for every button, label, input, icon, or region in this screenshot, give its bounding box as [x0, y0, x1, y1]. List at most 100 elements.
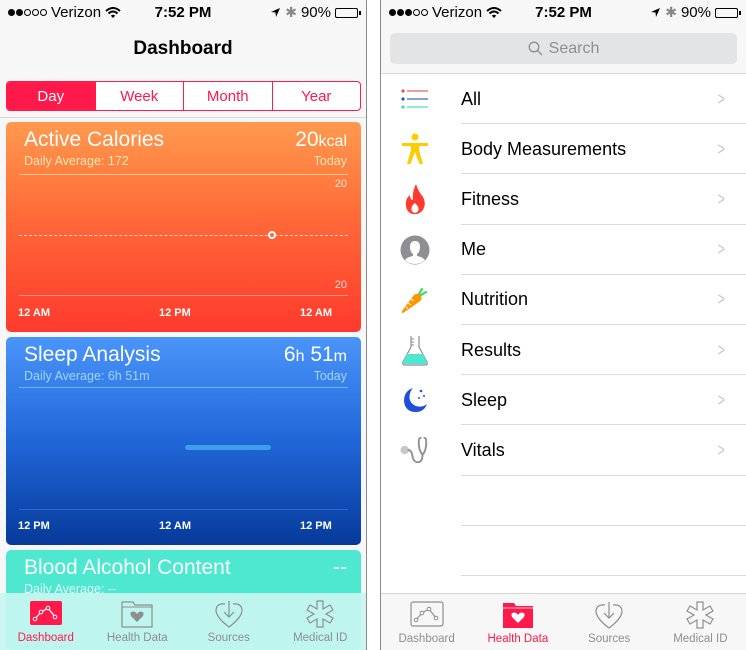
- segment-month[interactable]: Month: [183, 82, 272, 110]
- chart-baseline: [19, 509, 348, 510]
- tab-label: Sources: [588, 633, 631, 645]
- sleep-analysis-card[interactable]: Sleep Analysis Daily Average: 6h 51m 6h …: [6, 337, 361, 545]
- y-axis-min-label: 20: [334, 279, 347, 291]
- health-data-screen: Verizon 7:52 PM ✱ 90% Search All > Body …: [380, 0, 746, 650]
- chart-top-rule: [19, 387, 348, 388]
- unit-hours: h: [295, 348, 305, 365]
- list-item-vitals[interactable]: Vitals >: [381, 425, 746, 476]
- list-icon: [400, 84, 430, 114]
- search-icon: [528, 41, 543, 56]
- card-period: Today: [313, 154, 347, 168]
- list-item-fitness[interactable]: Fitness >: [381, 174, 746, 225]
- sources-icon: [595, 602, 623, 629]
- health-data-icon: [502, 603, 533, 628]
- value-number: 20: [295, 128, 319, 151]
- tab-label: Dashboard: [398, 633, 455, 645]
- tab-label: Medical ID: [293, 632, 348, 644]
- dashboard-icon: [29, 601, 62, 625]
- chevron-right-icon: >: [718, 439, 726, 460]
- tab-label: Sources: [207, 632, 250, 644]
- list-item-results[interactable]: Results >: [381, 325, 746, 376]
- chart-baseline: [19, 295, 348, 296]
- dashboard-screen: Verizon 7:52 PM ✱ 90% Dashboard Day Week…: [0, 0, 367, 650]
- tab-dashboard[interactable]: Dashboard: [381, 594, 472, 650]
- chevron-right-icon: >: [718, 239, 726, 260]
- location-arrow-icon: [271, 8, 281, 17]
- status-bar: Verizon 7:52 PM ✱ 90%: [0, 0, 366, 24]
- x-axis-label: 12 AM: [18, 307, 50, 319]
- card-value: --: [333, 556, 347, 579]
- tab-label: Dashboard: [17, 632, 74, 644]
- search-input[interactable]: Search: [390, 33, 737, 64]
- tab-medical-id[interactable]: Medical ID: [655, 594, 746, 650]
- card-title: Active Calories: [24, 128, 165, 151]
- row-label: Vitals: [461, 439, 505, 460]
- chevron-right-icon: >: [718, 188, 726, 209]
- card-period: Today: [313, 369, 347, 383]
- row-label: Body Measurements: [461, 138, 627, 159]
- unit-minutes: m: [333, 348, 347, 365]
- tab-health-data[interactable]: Health Data: [472, 594, 563, 650]
- segment-year[interactable]: Year: [271, 82, 361, 110]
- tab-label: Health Data: [106, 632, 168, 644]
- row-label: Nutrition: [461, 289, 529, 310]
- card-value: 6h 51m: [284, 343, 347, 367]
- bluetooth-icon: ✱: [285, 4, 297, 20]
- x-axis-label: 12 AM: [159, 520, 191, 532]
- list-item-sleep[interactable]: Sleep >: [381, 375, 746, 426]
- value-unit: kcal: [318, 133, 347, 150]
- sleep-bar[interactable]: [185, 445, 271, 450]
- moon-icon: [400, 385, 430, 415]
- carrot-icon: [400, 285, 430, 315]
- active-calories-card[interactable]: Active Calories Daily Average: 172 20kca…: [6, 122, 361, 332]
- tab-dashboard[interactable]: Dashboard: [0, 593, 92, 650]
- list-item-body-measurements[interactable]: Body Measurements >: [381, 124, 746, 175]
- tab-sources[interactable]: Sources: [564, 594, 655, 650]
- tab-label: Health Data: [487, 633, 549, 645]
- x-axis-label: 12 PM: [18, 520, 50, 532]
- x-axis-label: 12 PM: [159, 307, 191, 319]
- average-guide-line: [19, 235, 348, 236]
- health-data-icon: [121, 601, 153, 628]
- row-label: Fitness: [461, 188, 520, 209]
- divider: [0, 117, 366, 118]
- y-axis-max-label: 20: [334, 178, 347, 190]
- list-item-all[interactable]: All >: [381, 74, 746, 125]
- list-item-nutrition[interactable]: Nutrition >: [381, 275, 746, 325]
- chevron-right-icon: >: [718, 138, 726, 159]
- tab-health-data[interactable]: Health Data: [92, 593, 184, 650]
- daily-average: Daily Average: 6h 51m: [24, 369, 150, 383]
- chart-top-rule: [19, 174, 348, 175]
- dashboard-icon: [410, 601, 444, 627]
- person-icon: [400, 235, 430, 265]
- sources-icon: [215, 601, 243, 628]
- battery-icon: [335, 7, 361, 18]
- flask-icon: [400, 335, 430, 366]
- category-list: All > Body Measurements > Fitness > Me >…: [381, 74, 746, 576]
- empty-row: [381, 476, 746, 526]
- segment-day[interactable]: Day: [7, 82, 95, 110]
- page-title: Dashboard: [133, 38, 233, 59]
- tab-bar: Dashboard Health Data Sources Medical ID: [0, 593, 366, 650]
- chevron-right-icon: >: [718, 88, 726, 109]
- card-title: Sleep Analysis: [24, 343, 161, 366]
- tab-medical-id[interactable]: Medical ID: [275, 593, 367, 650]
- card-title: Blood Alcohol Content: [24, 556, 231, 579]
- data-point[interactable]: [268, 231, 277, 239]
- value-minutes: 51: [310, 343, 334, 366]
- location-arrow-icon: [651, 8, 661, 17]
- battery-percent: 90%: [680, 4, 711, 21]
- list-item-me[interactable]: Me >: [381, 225, 746, 275]
- medical-id-icon: [306, 600, 335, 628]
- empty-row: [381, 526, 746, 576]
- card-value: 20kcal: [295, 128, 347, 152]
- search-placeholder: Search: [548, 39, 600, 57]
- x-axis-label: 12 AM: [300, 307, 332, 319]
- tab-sources[interactable]: Sources: [183, 593, 275, 650]
- value-hours: 6: [283, 343, 296, 366]
- row-label: Me: [461, 239, 487, 260]
- body-icon: [400, 133, 430, 165]
- tab-bar: Dashboard Health Data Sources Medical ID: [381, 593, 746, 650]
- segment-week[interactable]: Week: [94, 82, 184, 110]
- bluetooth-icon: ✱: [665, 4, 677, 20]
